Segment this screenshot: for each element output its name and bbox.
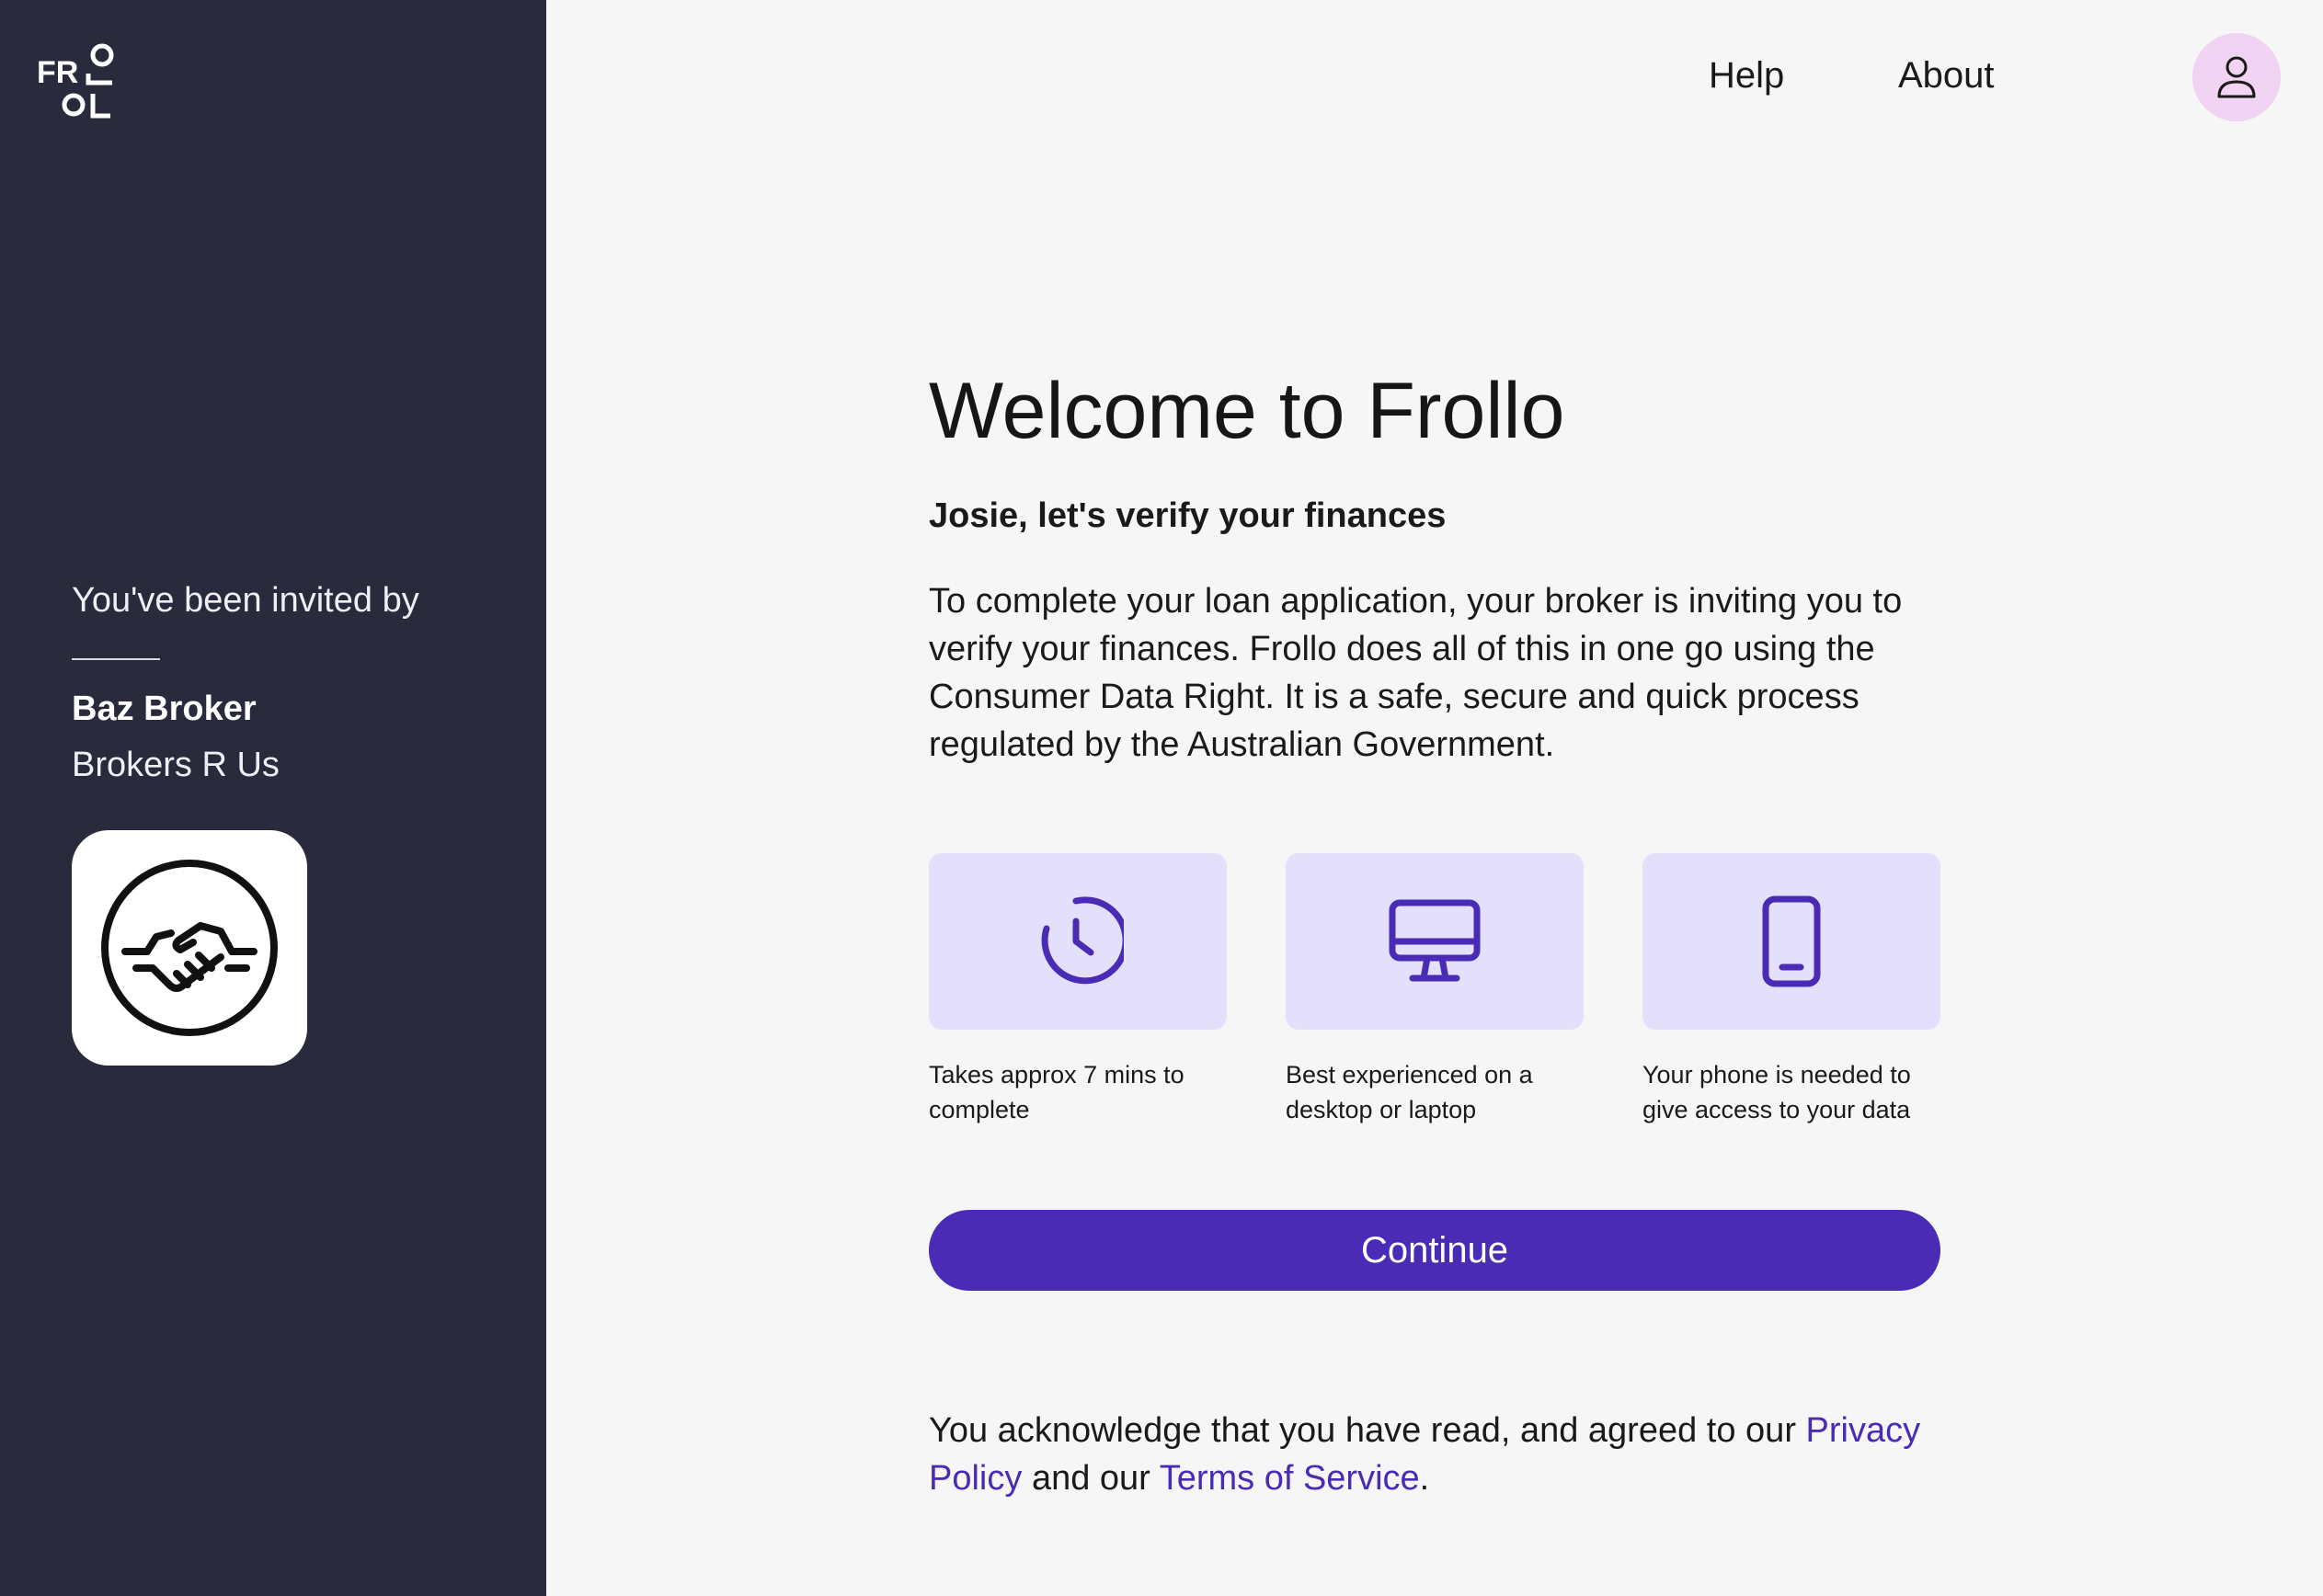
phone-icon bbox=[1762, 895, 1821, 987]
user-icon bbox=[2217, 56, 2256, 98]
legal-suffix: . bbox=[1419, 1459, 1430, 1498]
svg-text:FR: FR bbox=[37, 55, 78, 90]
broker-logo bbox=[72, 830, 307, 1066]
terms-of-service-link[interactable]: Terms of Service bbox=[1160, 1459, 1420, 1498]
continue-button[interactable]: Continue bbox=[929, 1210, 1940, 1291]
page-subtitle: Josie, let's verify your finances bbox=[929, 496, 1447, 535]
invite-label: You've been invited by bbox=[72, 581, 419, 620]
feature-caption-desktop: Best experienced on a desktop or laptop bbox=[1286, 1061, 1533, 1123]
frollo-logo[interactable]: FR bbox=[37, 42, 120, 121]
clock-icon bbox=[1041, 896, 1124, 985]
feature-card-time bbox=[929, 853, 1227, 1030]
broker-company: Brokers R Us bbox=[72, 746, 280, 784]
page-title: Welcome to Frollo bbox=[929, 367, 1565, 455]
handshake-icon bbox=[101, 860, 278, 1036]
sidebar: FR You've been invited by Baz Broker Bro… bbox=[0, 0, 546, 1596]
feature-caption-phone: Your phone is needed to give access to y… bbox=[1642, 1061, 1911, 1123]
about-link[interactable]: About bbox=[1898, 55, 1995, 97]
legal-prefix: You acknowledge that you have read, and … bbox=[929, 1411, 1796, 1450]
legal-middle: and our bbox=[1031, 1459, 1150, 1498]
intro-paragraph: To complete your loan application, your … bbox=[929, 582, 1903, 764]
broker-name: Baz Broker bbox=[72, 690, 257, 728]
invite-divider bbox=[72, 658, 160, 660]
legal-notice: You acknowledge that you have read, and … bbox=[929, 1407, 1986, 1502]
profile-avatar-button[interactable] bbox=[2192, 33, 2281, 121]
help-link[interactable]: Help bbox=[1709, 55, 1784, 97]
desktop-icon bbox=[1389, 899, 1481, 982]
feature-card-phone bbox=[1642, 853, 1940, 1030]
feature-caption-time: Takes approx 7 mins to complete bbox=[929, 1061, 1184, 1123]
feature-card-desktop bbox=[1286, 853, 1584, 1030]
